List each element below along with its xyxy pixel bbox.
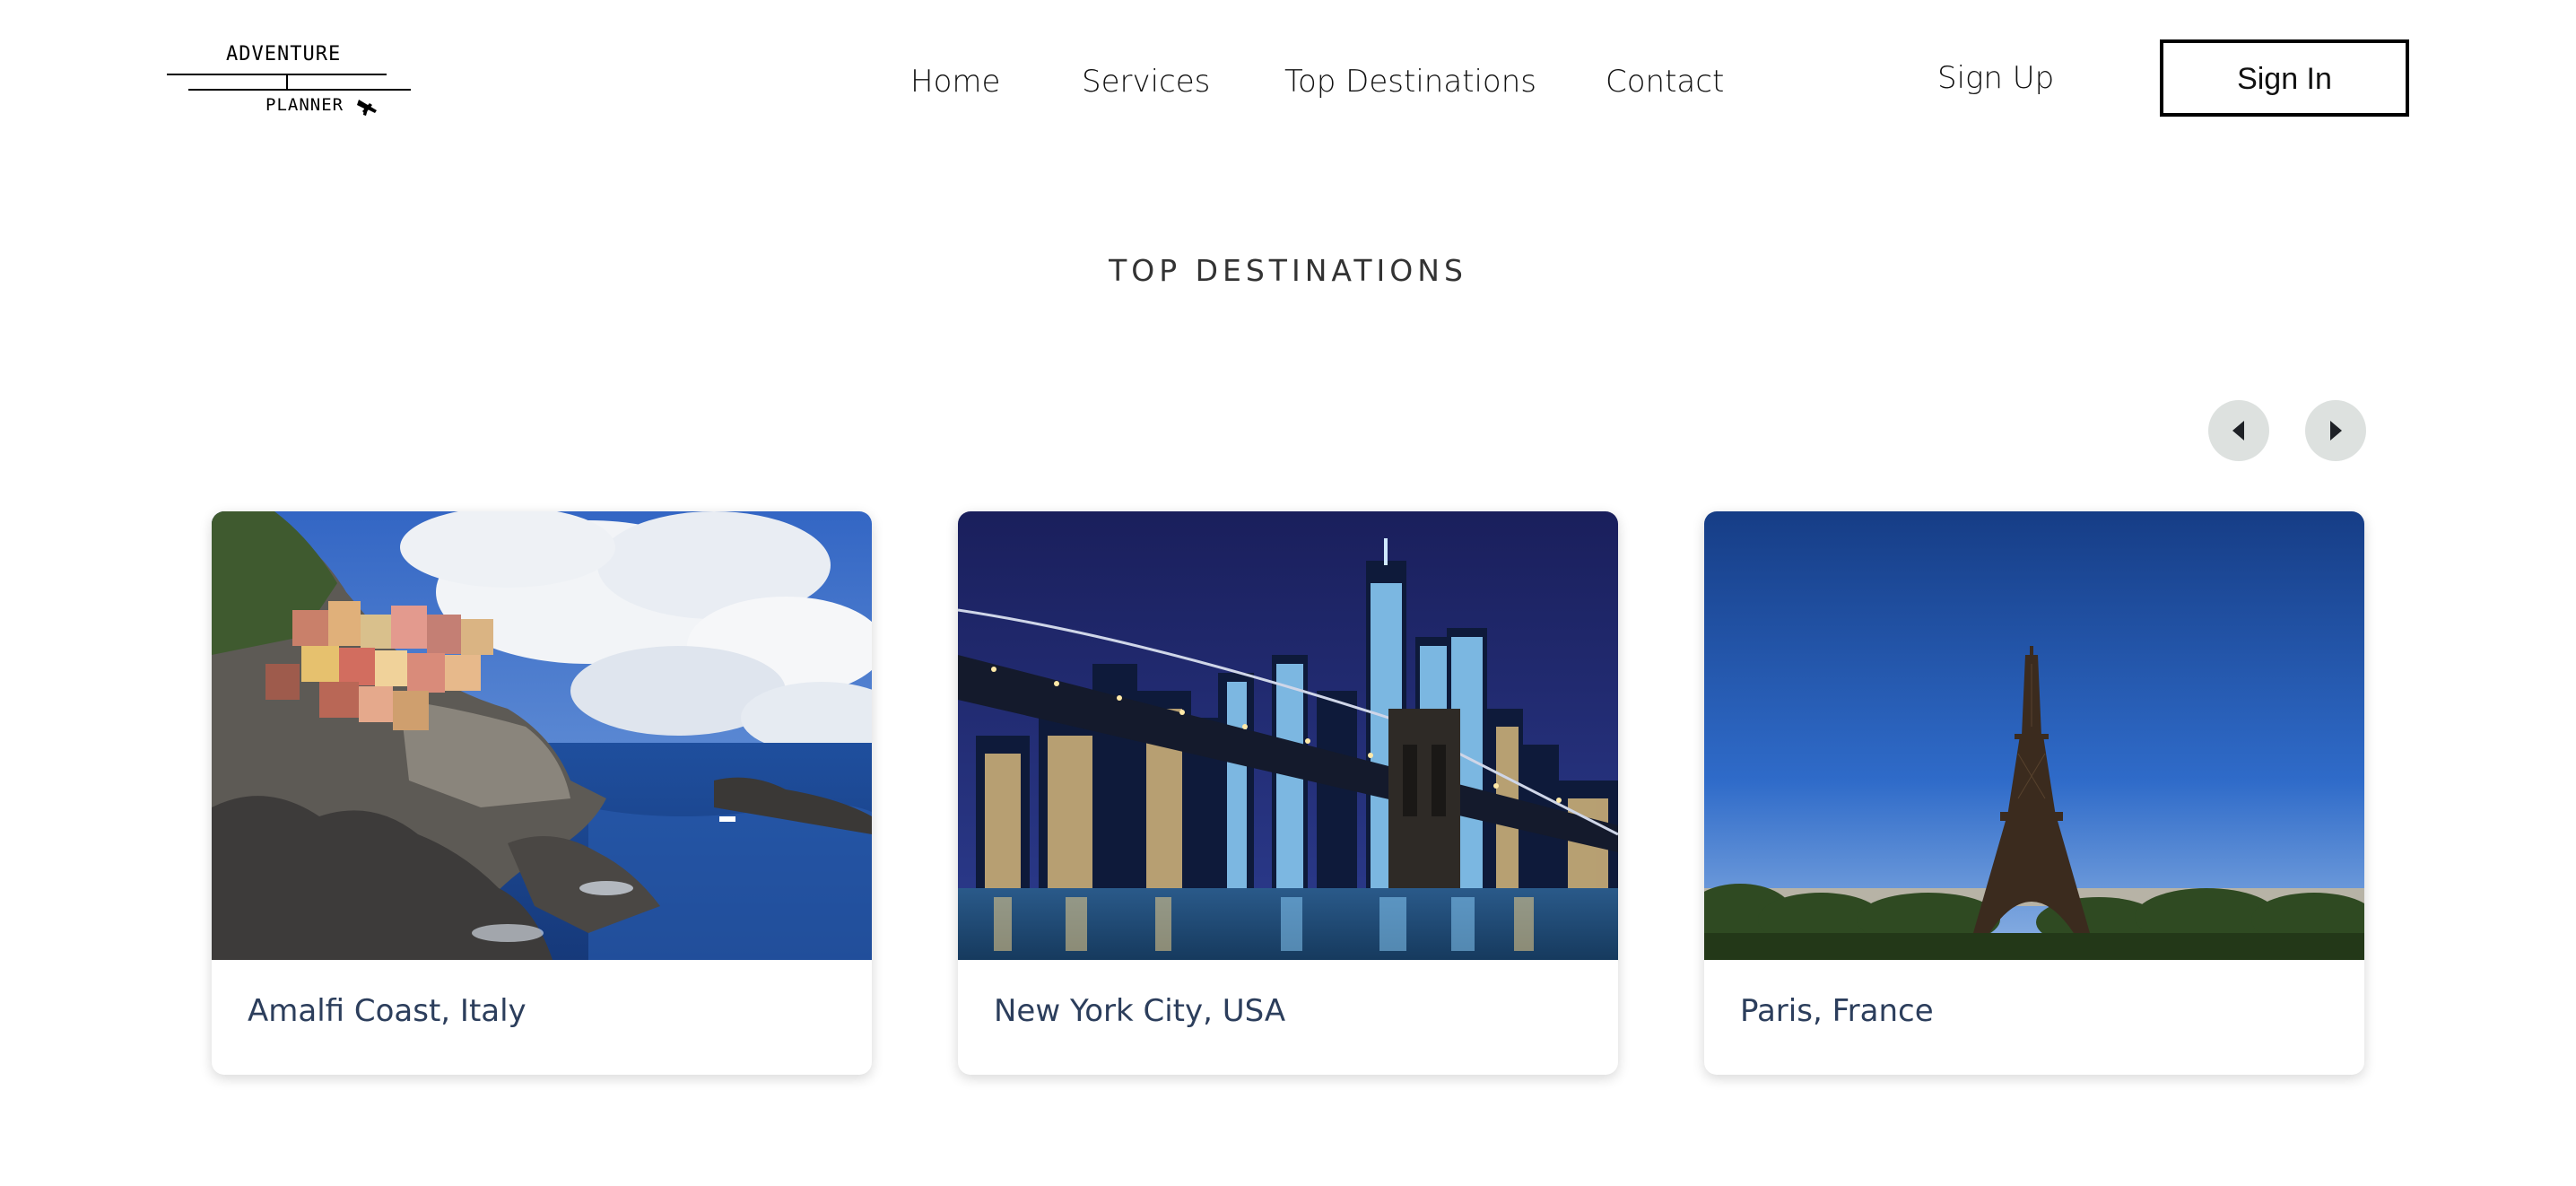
amalfi-coast-image: [212, 511, 872, 960]
paris-image: [1704, 511, 2364, 960]
carousel-next-button[interactable]: [2305, 400, 2366, 461]
nav-top-destinations[interactable]: Top Destinations: [1284, 59, 1536, 104]
destination-name: Amalfi Coast, Italy: [248, 993, 527, 1029]
nav-services[interactable]: Services: [1082, 59, 1210, 104]
chevron-right-icon: [2330, 421, 2342, 440]
destination-card[interactable]: Amalfi Coast, Italy: [212, 511, 872, 1075]
nav-home[interactable]: Home: [910, 59, 1000, 104]
sign-up-link[interactable]: Sign Up: [1937, 56, 2054, 100]
destination-card[interactable]: Paris, France: [1704, 511, 2364, 1075]
chevron-left-icon: [2232, 421, 2244, 440]
sign-in-button[interactable]: Sign In: [2160, 39, 2409, 117]
carousel-prev-button[interactable]: [2208, 400, 2269, 461]
destination-card[interactable]: New York City, USA: [958, 511, 1618, 1075]
new-york-city-image: [958, 511, 1618, 960]
nav-contact[interactable]: Contact: [1606, 59, 1724, 104]
destination-name: New York City, USA: [994, 993, 1286, 1029]
destination-name: Paris, France: [1740, 993, 1934, 1029]
section-title: TOP DESTINATIONS: [1109, 253, 1467, 288]
